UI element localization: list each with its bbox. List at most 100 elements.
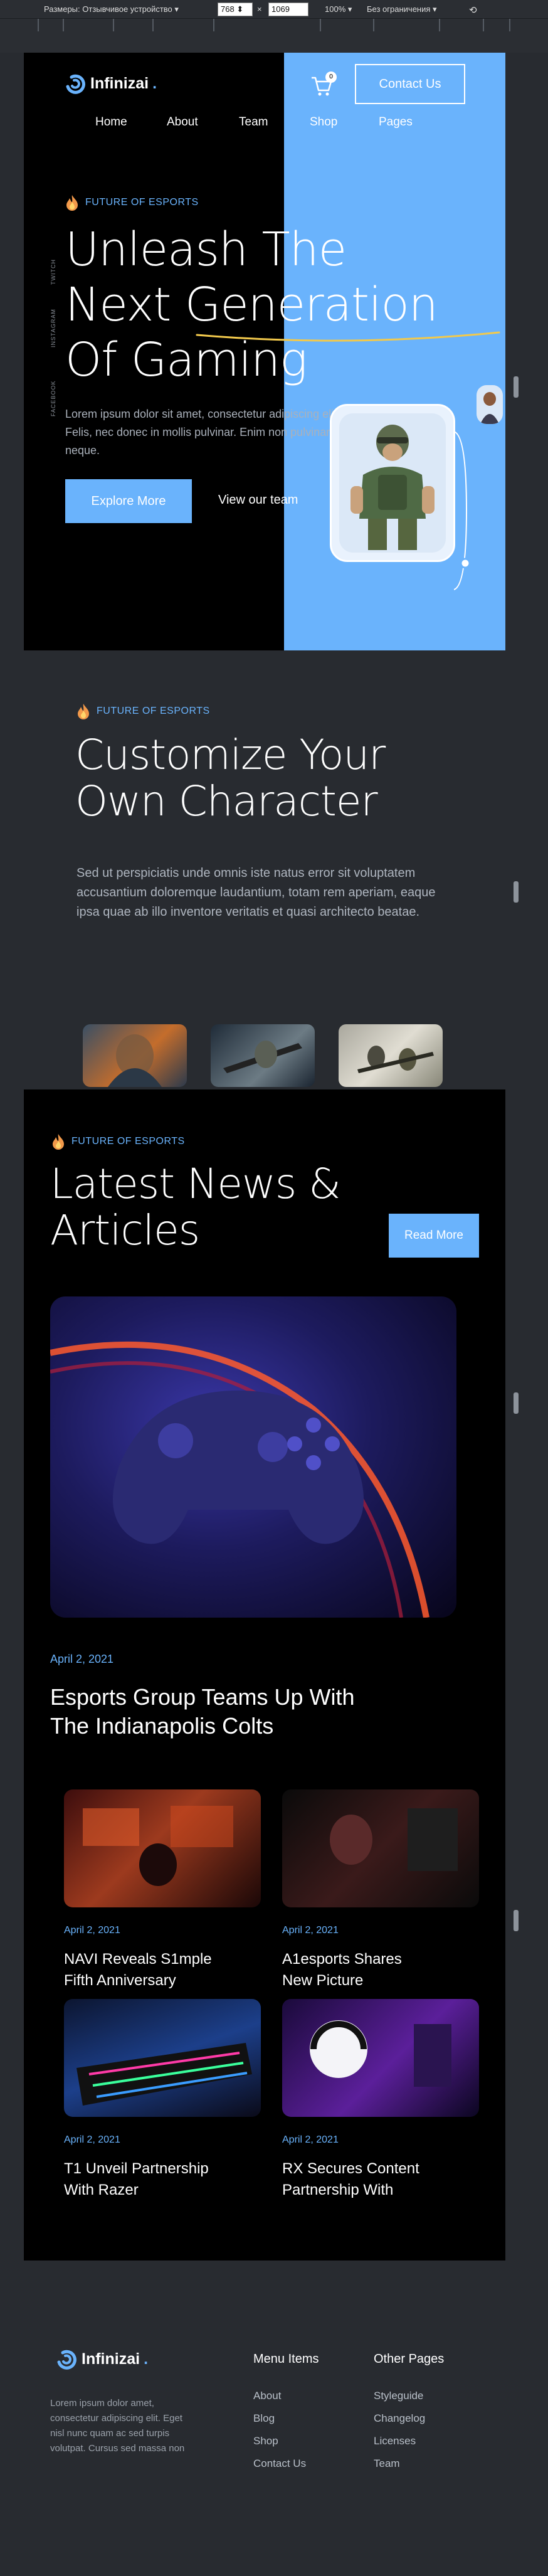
gamer-image [330, 1808, 458, 1871]
devtools-toolbar: Размеры: Отзывчивое устройство ▾ 768 ⬍ ×… [0, 0, 548, 19]
article-date-4: April 2, 2021 [282, 2134, 339, 2145]
times-sign: × [257, 4, 262, 14]
article-title-1[interactable]: NAVI Reveals S1mple Fifth Anniversary [64, 1949, 212, 1991]
customize-description: Sed ut perspiciatis unde omnis iste natu… [76, 866, 436, 919]
footer-link-changelog[interactable]: Changelog [374, 2412, 425, 2425]
page-frame: Infinizai. 0 Contact Us Home About Team … [24, 53, 505, 2261]
footer-logo[interactable]: Infinizai. [56, 2348, 148, 2370]
nav-team[interactable]: Team [239, 115, 268, 129]
article-title-4[interactable]: RX Secures Content Partnership With [282, 2158, 419, 2201]
featured-title-line: The Indianapolis Colts [50, 1713, 274, 1739]
news-title: Latest News & Articles [50, 1160, 341, 1254]
featured-article-title[interactable]: Esports Group Teams Up With The Indianap… [50, 1683, 355, 1741]
social-facebook[interactable]: FACEBOOK [50, 380, 56, 416]
character-card[interactable] [330, 404, 455, 562]
contact-us-button[interactable]: Contact Us [355, 64, 465, 104]
zoom-dropdown[interactable]: 100% ▾ [325, 4, 352, 14]
brand-name: Infinizai [90, 74, 149, 92]
footer-link-licenses[interactable]: Licenses [374, 2435, 416, 2447]
alt-character-thumb[interactable] [477, 385, 503, 424]
customize-title: Customize Your Own Character [75, 731, 386, 825]
width-input[interactable]: 768 ⬍ [218, 3, 253, 16]
customize-eyebrow-text: FUTURE OF ESPORTS [97, 706, 210, 716]
article-title-line: New Picture [282, 1972, 364, 1989]
customize-eyebrow: FUTURE OF ESPORTS [76, 703, 210, 719]
footer-link-about[interactable]: About [253, 2390, 281, 2402]
customize-title-line: Own Character [75, 777, 378, 825]
flame-icon [53, 1134, 64, 1150]
footer-about-line: Lorem ipsum dolor amet, [50, 2398, 154, 2409]
article-title-3[interactable]: T1 Unveil Partnership With Razer [64, 2158, 209, 2201]
media-query-ruler [0, 19, 548, 53]
throttle-dropdown[interactable]: Без ограничения ▾ [367, 4, 437, 14]
customize-section: FUTURE OF ESPORTS Customize Your Own Cha… [24, 650, 505, 1089]
article-date-2: April 2, 2021 [282, 1925, 339, 1936]
cart-count-badge: 0 [325, 72, 337, 83]
hero-title: Unleash The Next Generation Of Gaming [65, 222, 542, 388]
footer-about: Lorem ipsum dolor amet, consectetur adip… [50, 2396, 184, 2456]
article-image-4[interactable] [282, 1999, 479, 2117]
footer-link-team[interactable]: Team [374, 2457, 400, 2470]
footer-link-blog[interactable]: Blog [253, 2412, 275, 2425]
rotate-icon[interactable]: ⟲ [469, 4, 477, 16]
featured-article-image[interactable] [50, 1296, 456, 1618]
article-title-line: Fifth Anniversary [64, 1972, 176, 1989]
article-date-3: April 2, 2021 [64, 2134, 120, 2145]
article-title-2[interactable]: A1esports Shares New Picture [282, 1949, 402, 1991]
hero-description: Lorem ipsum dolor sit amet, consectetur … [65, 408, 340, 457]
footer-about-line: nisl nunc quam ac sed turpis [50, 2428, 170, 2439]
view-team-link[interactable]: View our team [218, 493, 298, 507]
nav-home[interactable]: Home [95, 115, 127, 129]
character-thumb-2[interactable] [211, 1024, 315, 1087]
footer-brand-name: Infinizai [82, 2350, 140, 2368]
hero-title-line: Unleash The [65, 223, 347, 277]
brand-logo[interactable]: Infinizai. [65, 73, 157, 94]
height-input[interactable]: 1069 [268, 3, 308, 16]
nav-pages[interactable]: Pages [379, 115, 413, 129]
footer-link-styleguide[interactable]: Styleguide [374, 2390, 423, 2402]
footer-link-contact[interactable]: Contact Us [253, 2457, 306, 2470]
news-section: FUTURE OF ESPORTS Latest News & Articles… [24, 1089, 505, 2261]
nav-about[interactable]: About [167, 115, 198, 129]
scroll-handle[interactable] [514, 881, 519, 903]
character-thumb-3[interactable] [339, 1024, 443, 1087]
news-eyebrow: FUTURE OF ESPORTS [51, 1133, 185, 1150]
keyboard-image [76, 2043, 252, 2106]
logo-icon [57, 2350, 76, 2370]
cart-button[interactable]: 0 [309, 72, 337, 99]
social-twitch[interactable]: TWITCH [50, 259, 56, 285]
title-underline-swash [196, 331, 500, 342]
hero-title-line: Next Generation [65, 278, 438, 332]
logo-icon [66, 74, 85, 94]
character-image [357, 1046, 434, 1073]
game-controller-image [50, 1341, 429, 1618]
social-instagram[interactable]: INSTAGRAM [50, 309, 56, 347]
featured-title-line: Esports Group Teams Up With [50, 1684, 355, 1710]
brand-dot: . [152, 74, 157, 92]
hero-eyebrow: FUTURE OF ESPORTS [65, 194, 199, 211]
scroll-handle[interactable] [514, 1910, 519, 1931]
character-image [108, 1034, 162, 1087]
explore-more-button[interactable]: Explore More [65, 479, 192, 523]
read-more-button[interactable]: Read More [389, 1214, 479, 1258]
article-image-2[interactable] [282, 1789, 479, 1907]
hero-eyebrow-text: FUTURE OF ESPORTS [85, 197, 199, 208]
soldier-character-image [339, 413, 446, 553]
card-orbit-line [454, 431, 469, 590]
news-title-line: Articles [50, 1206, 200, 1254]
news-title-line: Latest News & [50, 1160, 341, 1208]
left-gutter [0, 53, 24, 2248]
customize-title-line: Customize Your [75, 731, 386, 779]
scroll-handle[interactable] [514, 1392, 519, 1414]
article-image-1[interactable] [64, 1789, 261, 1907]
news-eyebrow-text: FUTURE OF ESPORTS [71, 1136, 185, 1147]
character-thumb-1[interactable] [83, 1024, 187, 1087]
article-title-line: NAVI Reveals S1mple [64, 1951, 212, 1968]
article-title-line: T1 Unveil Partnership [64, 2160, 209, 2177]
nav-shop[interactable]: Shop [310, 115, 337, 129]
gamers-image [83, 1806, 233, 1886]
footer-link-shop[interactable]: Shop [253, 2435, 278, 2447]
article-image-3[interactable] [64, 1999, 261, 2117]
footer-about-line: consectetur adipiscing elit. Eget [50, 2413, 182, 2424]
device-size-dropdown[interactable]: Размеры: Отзывчивое устройство ▾ [44, 4, 179, 14]
